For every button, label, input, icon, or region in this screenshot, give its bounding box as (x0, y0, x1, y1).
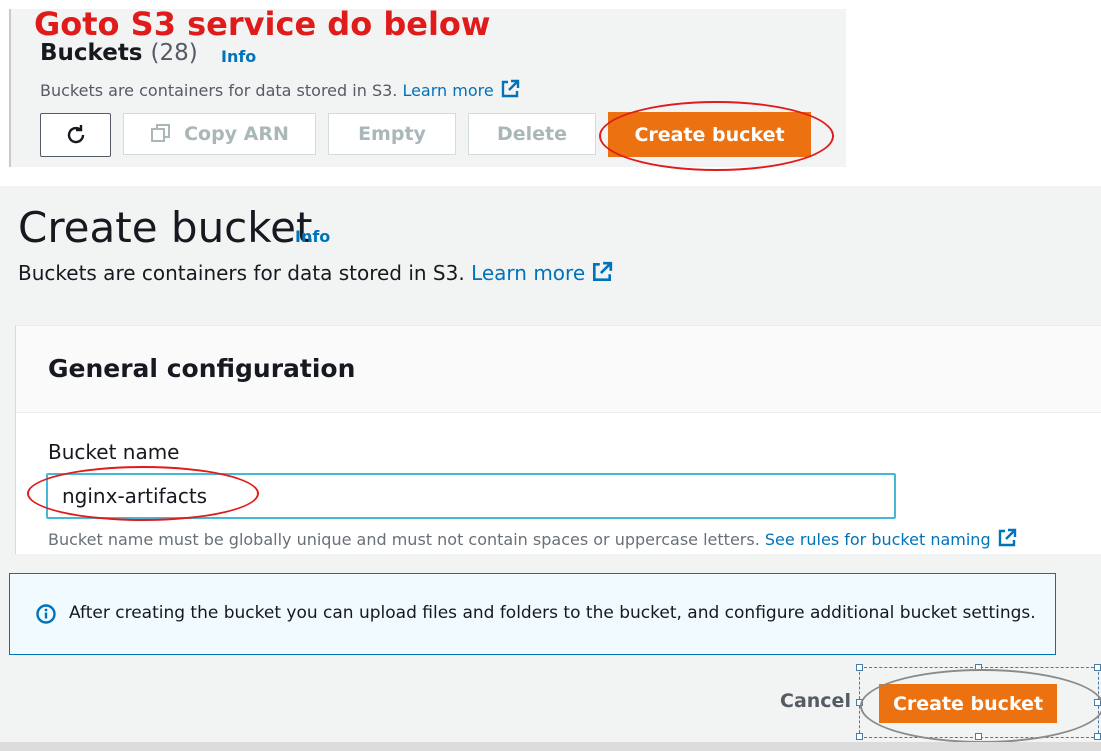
info-alert-text: After creating the bucket you can upload… (69, 603, 1036, 623)
selection-handle (856, 664, 863, 671)
buckets-count: (28) (150, 40, 198, 66)
highlight-ellipse-bottom (860, 669, 1101, 743)
empty-button[interactable]: Empty (328, 113, 456, 155)
page-info-link[interactable]: Info (295, 227, 330, 246)
bucket-name-input[interactable] (46, 473, 896, 519)
buckets-title: Buckets (28) (40, 40, 198, 66)
info-circle-icon (36, 604, 56, 624)
buckets-title-text: Buckets (40, 40, 143, 66)
annotation-text: Goto S3 service do below (34, 5, 491, 43)
bottom-strip (0, 742, 1101, 751)
selection-handle (1094, 733, 1101, 740)
empty-label: Empty (358, 123, 426, 145)
create-bucket-button-top[interactable]: Create bucket (608, 112, 811, 157)
selection-handle (1094, 664, 1101, 671)
copy-arn-label: Copy ARN (184, 123, 289, 145)
bucket-naming-rules-text: See rules for bucket naming (764, 530, 991, 549)
bucket-name-label: Bucket name (48, 440, 180, 464)
general-configuration-heading: General configuration (48, 354, 356, 383)
buckets-learn-more-text: Learn more (402, 81, 494, 100)
external-link-icon (998, 528, 1016, 547)
page-learn-more-text: Learn more (471, 261, 586, 285)
page-learn-more-link[interactable]: Learn more (471, 261, 613, 285)
buckets-info-link[interactable]: Info (221, 47, 256, 66)
create-bucket-label-top: Create bucket (634, 123, 785, 146)
delete-button[interactable]: Delete (468, 113, 596, 155)
bucket-naming-rules-link[interactable]: See rules for bucket naming (764, 528, 1017, 549)
refresh-icon (67, 125, 84, 144)
refresh-button[interactable] (40, 113, 111, 157)
copy-icon (151, 124, 171, 142)
bucket-name-hint: Bucket name must be globally unique and … (48, 528, 1017, 549)
page-title: Create bucket (18, 203, 313, 252)
page-description: Buckets are containers for data stored i… (18, 261, 613, 285)
buckets-description: Buckets are containers for data stored i… (40, 79, 520, 100)
buckets-description-text: Buckets are containers for data stored i… (40, 81, 398, 100)
copy-arn-button[interactable]: Copy ARN (123, 113, 316, 155)
delete-label: Delete (496, 123, 568, 145)
bucket-name-hint-text: Bucket name must be globally unique and … (48, 530, 760, 549)
cancel-button[interactable]: Cancel (780, 690, 851, 712)
external-link-icon (593, 261, 613, 282)
page-description-text: Buckets are containers for data stored i… (18, 261, 465, 285)
selection-handle (856, 733, 863, 740)
buckets-learn-more-link[interactable]: Learn more (402, 79, 519, 100)
external-link-icon (501, 79, 519, 98)
